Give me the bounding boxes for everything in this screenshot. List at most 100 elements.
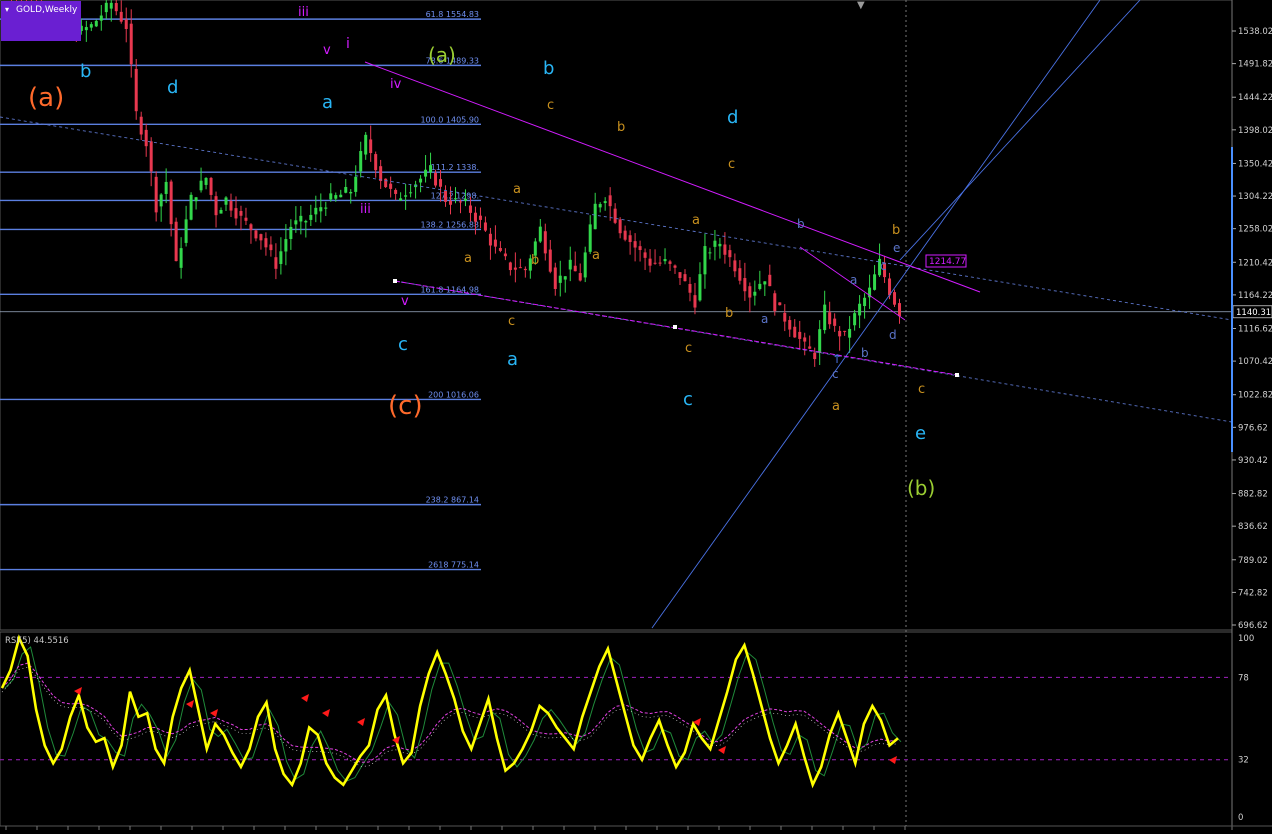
candle-body <box>319 207 323 212</box>
symbol-label: GOLD,Weekly <box>16 5 78 15</box>
symbol-dropdown-icon[interactable]: ▾ <box>5 5 9 14</box>
candle-body <box>538 226 542 242</box>
indicator-label: RSI(5) 44.5516 <box>5 636 69 646</box>
candle-body <box>119 11 123 22</box>
candle-body <box>558 275 562 283</box>
candle-body <box>833 318 837 326</box>
candle-body <box>668 261 672 264</box>
wave-label: a <box>592 248 600 263</box>
rsi-tick-label: 0 <box>1238 813 1243 823</box>
candle-body <box>244 217 248 221</box>
candle-body <box>743 278 747 292</box>
candle-body <box>643 252 647 258</box>
candle-body <box>703 246 707 275</box>
price-tick-label: 1164.22 <box>1238 291 1272 301</box>
candle-body <box>503 253 507 257</box>
wave-label: a <box>464 251 472 266</box>
candle-body <box>803 337 807 342</box>
candle-body <box>404 195 408 197</box>
price-tick-label: 836.62 <box>1238 522 1268 532</box>
rsi-tick-label: 78 <box>1238 673 1249 683</box>
price-tick-label: 742.82 <box>1238 588 1268 598</box>
wave-label: e <box>893 241 900 255</box>
candle-body <box>623 230 627 240</box>
candle-body <box>508 262 512 271</box>
candle-body <box>129 23 133 65</box>
candle-body <box>578 273 582 281</box>
candle-body <box>449 200 453 205</box>
candle-body <box>259 234 263 241</box>
candle-body <box>359 151 363 172</box>
wave-label: i <box>346 36 350 52</box>
wave-label: (a) <box>28 83 64 113</box>
candle-body <box>898 303 902 317</box>
price-tick-label: 1022.82 <box>1238 391 1272 401</box>
candle-body <box>314 207 318 215</box>
candle-body <box>139 116 143 135</box>
candle-body <box>543 231 547 254</box>
wave-label: b <box>543 58 554 79</box>
candle-body <box>369 139 373 154</box>
price-box-label: 1214.77 <box>929 257 966 267</box>
candle-body <box>104 2 108 13</box>
fib-level-label: 100.0 1405.90 <box>420 115 479 124</box>
candle-body <box>828 312 832 325</box>
candle-body <box>658 262 662 264</box>
candle-body <box>239 210 243 216</box>
fib-level-label: 2618 775.14 <box>428 561 479 570</box>
wave-label: a <box>832 399 840 414</box>
candle-body <box>563 276 567 280</box>
wave-label: iii <box>298 5 309 20</box>
candle-body <box>603 201 607 204</box>
wave-label: a <box>850 273 857 287</box>
candle-body <box>518 267 522 269</box>
symbol-badge[interactable]: ▾ GOLD,Weekly <box>1 1 81 41</box>
candle-body <box>199 180 203 191</box>
candle-body <box>194 197 198 202</box>
candle-body <box>873 274 877 290</box>
candle-body <box>728 250 732 258</box>
candle-body <box>299 215 303 222</box>
candle-body <box>144 129 148 147</box>
candle-body <box>444 190 448 202</box>
candle-body <box>523 268 527 271</box>
candle-body <box>673 265 677 268</box>
candle-body <box>733 260 737 272</box>
wave-label: iii <box>360 202 371 217</box>
wave-label: b <box>892 223 900 238</box>
wave-label: c <box>728 157 735 172</box>
price-tick-label: 976.62 <box>1238 423 1268 433</box>
candle-body <box>608 195 612 207</box>
candle-body <box>713 240 717 247</box>
candle-body <box>498 248 502 251</box>
candle-body <box>763 281 767 285</box>
candle-body <box>224 197 228 205</box>
candle-body <box>708 252 712 254</box>
candle-body <box>583 252 587 278</box>
candle-body <box>613 208 617 223</box>
candle-body <box>478 215 482 220</box>
wave-label: d <box>727 107 738 128</box>
candle-body <box>748 286 752 298</box>
candle-body <box>384 178 388 188</box>
candle-body <box>134 68 138 112</box>
candle-body <box>693 295 697 308</box>
wave-label: e <box>915 423 926 444</box>
candle-body <box>483 222 487 231</box>
candle-body <box>279 251 283 264</box>
wedge-anchor <box>393 279 397 283</box>
candle-body <box>204 177 208 185</box>
wave-label: c <box>685 341 692 356</box>
candle-body <box>249 224 253 231</box>
wave-label: c <box>398 334 408 355</box>
chart-menu-icon[interactable]: ▼ <box>857 0 865 11</box>
candle-body <box>289 226 293 239</box>
candle-body <box>633 241 637 248</box>
candle-body <box>324 207 328 209</box>
price-tick-label: 1304.22 <box>1238 192 1272 202</box>
candle-body <box>439 179 443 187</box>
candle-body <box>274 257 278 269</box>
wave-label: iv <box>390 77 402 92</box>
chart-canvas[interactable]: 61.8 1554.8378.6 1489.33100.0 1405.90111… <box>0 0 1272 830</box>
wave-label: a <box>692 213 700 228</box>
